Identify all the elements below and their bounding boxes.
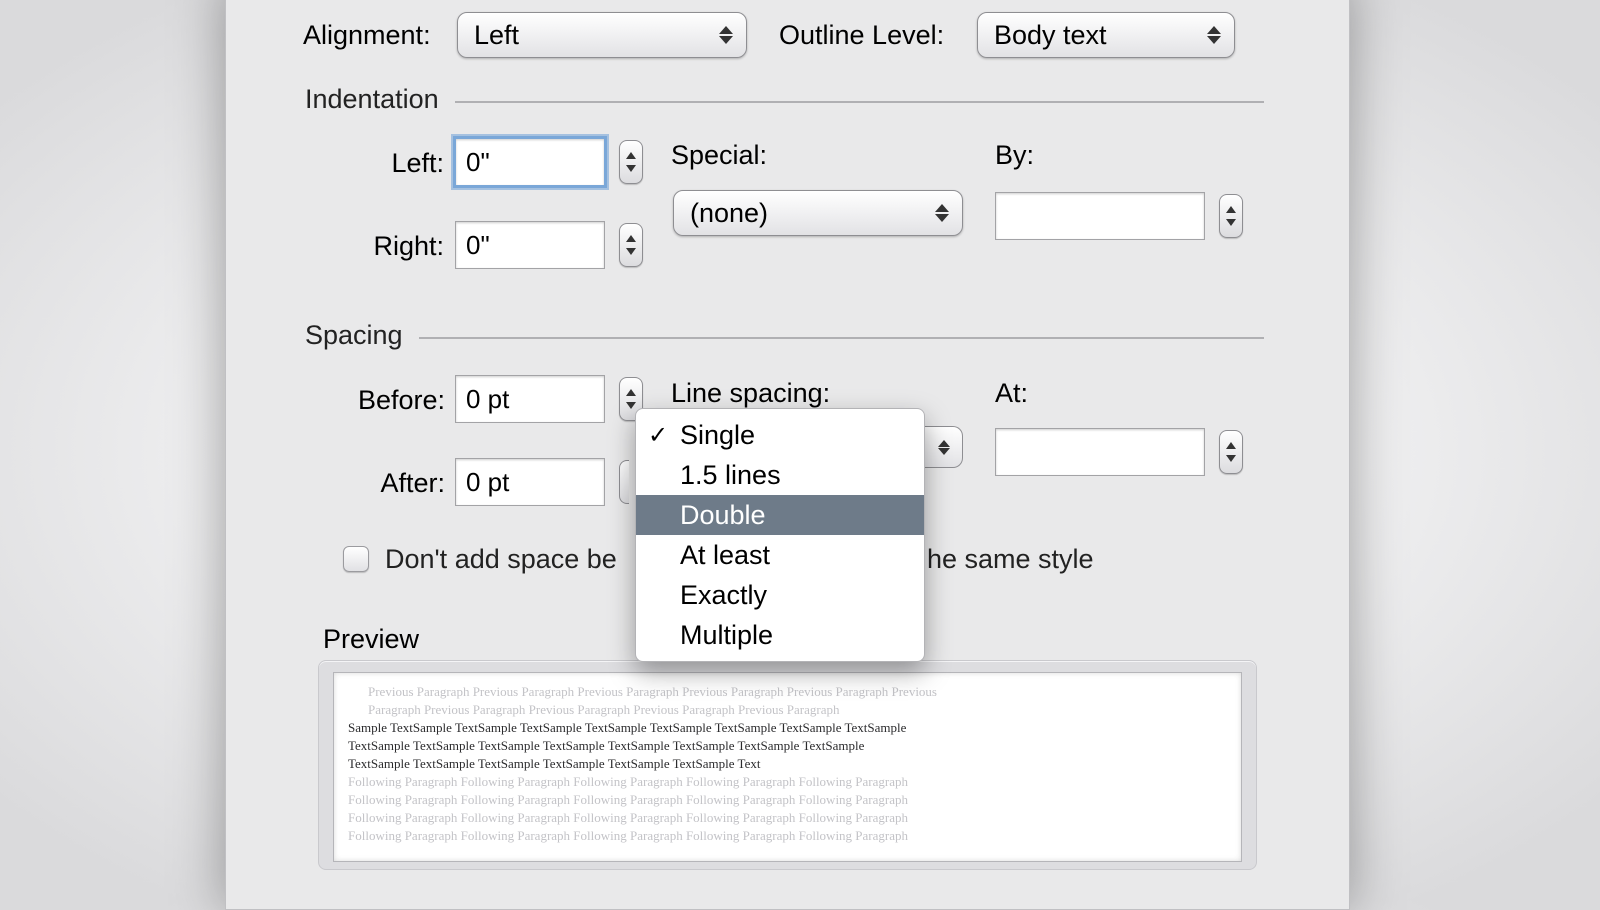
after-label: After: <box>361 468 445 499</box>
line-spacing-option-label: 1.5 lines <box>680 460 781 491</box>
preview-sample-line: TextSample TextSample TextSample TextSam… <box>348 737 1227 755</box>
at-label: At: <box>995 378 1028 409</box>
dont-add-space-checkbox[interactable] <box>343 546 369 572</box>
select-arrows-icon <box>932 202 952 224</box>
checkmark-icon: ✓ <box>648 421 668 450</box>
alignment-select[interactable]: Left <box>457 12 747 58</box>
line-spacing-menu[interactable]: ✓ Single 1.5 lines Double At least Exactly Mul… <box>635 408 925 662</box>
preview-sample-line: TextSample TextSample TextSample TextSam… <box>348 755 1227 773</box>
spacing-title: Spacing <box>305 320 403 351</box>
special-label: Special: <box>671 140 767 171</box>
line-spacing-option-label: Single <box>680 420 755 451</box>
indent-right-value: 0" <box>466 230 490 261</box>
by-stepper[interactable] <box>1219 194 1243 238</box>
indentation-title: Indentation <box>305 84 439 115</box>
at-input[interactable] <box>995 428 1205 476</box>
indent-right-input[interactable]: 0" <box>455 221 605 269</box>
line-spacing-option-label: At least <box>680 540 770 571</box>
indent-right-label: Right: <box>356 231 444 262</box>
before-input[interactable]: 0 pt <box>455 375 605 423</box>
line-spacing-option[interactable]: Multiple <box>636 615 924 655</box>
alignment-label: Alignment: <box>303 20 431 51</box>
indent-left-value: 0" <box>466 147 490 178</box>
preview-prev-line: Paragraph Previous Paragraph Previous Pa… <box>368 701 1227 719</box>
indentation-section-header: Indentation <box>305 84 1264 114</box>
dont-add-space-label-right: he same style <box>927 544 1094 575</box>
line-spacing-option[interactable]: 1.5 lines <box>636 455 924 495</box>
by-input[interactable] <box>995 192 1205 240</box>
line-spacing-option[interactable]: ✓ Single <box>636 415 924 455</box>
indent-left-label: Left: <box>374 148 444 179</box>
line-spacing-label: Line spacing: <box>671 378 830 409</box>
special-select[interactable]: (none) <box>673 190 963 236</box>
outline-level-value: Body text <box>994 20 1107 51</box>
preview-follow-line: Following Paragraph Following Paragraph … <box>348 791 1227 809</box>
select-arrows-icon <box>1204 24 1224 46</box>
indent-left-stepper[interactable] <box>619 140 643 184</box>
preview-prev-line: Previous Paragraph Previous Paragraph Pr… <box>368 683 1227 701</box>
line-spacing-select[interactable] <box>925 426 963 468</box>
preview-box: Previous Paragraph Previous Paragraph Pr… <box>333 672 1242 862</box>
after-stepper[interactable] <box>619 460 629 504</box>
indent-left-input[interactable]: 0" <box>455 138 605 186</box>
after-value: 0 pt <box>466 467 509 498</box>
line-spacing-option-label: Double <box>680 500 766 531</box>
section-rule <box>419 337 1264 339</box>
section-rule <box>455 101 1264 103</box>
line-spacing-option[interactable]: Double <box>636 495 924 535</box>
dont-add-space-label-left: Don't add space be <box>385 544 617 575</box>
indent-right-stepper[interactable] <box>619 223 643 267</box>
outline-level-select[interactable]: Body text <box>977 12 1235 58</box>
preview-sample-line: Sample TextSample TextSample TextSample … <box>348 719 1227 737</box>
alignment-value: Left <box>474 20 519 51</box>
select-arrows-icon <box>938 439 950 456</box>
before-value: 0 pt <box>466 384 509 415</box>
by-label: By: <box>995 140 1034 171</box>
preview-follow-line: Following Paragraph Following Paragraph … <box>348 809 1227 827</box>
select-arrows-icon <box>716 24 736 46</box>
at-stepper[interactable] <box>1219 430 1243 474</box>
after-input[interactable]: 0 pt <box>455 458 605 506</box>
preview-title: Preview <box>323 624 419 655</box>
spacing-section-header: Spacing <box>305 320 1264 350</box>
line-spacing-option[interactable]: At least <box>636 535 924 575</box>
special-value: (none) <box>690 198 768 229</box>
preview-follow-line: Following Paragraph Following Paragraph … <box>348 827 1227 845</box>
outline-level-label: Outline Level: <box>779 20 944 51</box>
line-spacing-option[interactable]: Exactly <box>636 575 924 615</box>
preview-follow-line: Following Paragraph Following Paragraph … <box>348 773 1227 791</box>
line-spacing-option-label: Multiple <box>680 620 773 651</box>
before-label: Before: <box>341 385 445 416</box>
paragraph-dialog: Alignment: Left Outline Level: Body text… <box>225 0 1350 910</box>
line-spacing-option-label: Exactly <box>680 580 767 611</box>
